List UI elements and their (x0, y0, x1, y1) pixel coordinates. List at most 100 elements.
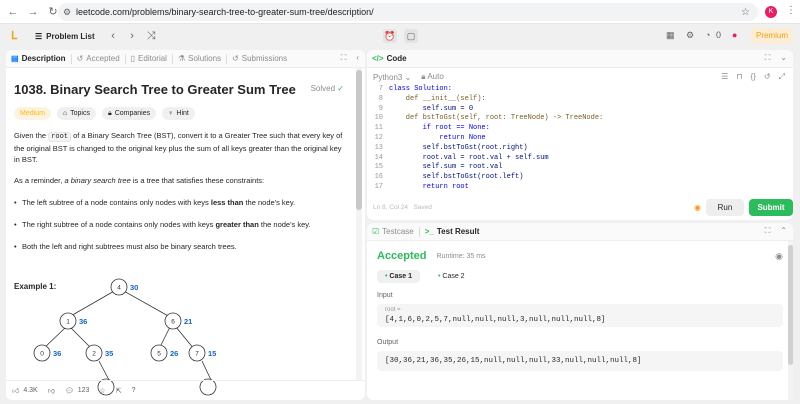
result-scrollbar[interactable] (788, 241, 793, 400)
tab-label: Accepted (86, 54, 120, 63)
node-value: 4 (117, 285, 121, 292)
output-value: [30,36,21,36,35,26,15,null,null,null,33,… (385, 357, 642, 365)
scrollbar-thumb[interactable] (356, 70, 362, 210)
url-text[interactable]: leetcode.com/problems/binary-search-tree… (76, 7, 374, 17)
code-text: self.sum = root.val (389, 163, 503, 172)
solved-label: Solved (310, 84, 336, 93)
expand-icon[interactable]: ⤢ (779, 72, 785, 82)
site-info-icon[interactable]: ⚙ (58, 7, 76, 18)
tree-edge (175, 326, 195, 350)
node-value: 6 (171, 319, 175, 326)
maximize-icon[interactable]: ⛶ (341, 53, 347, 63)
like-count: 4.3K (23, 387, 38, 394)
line-number: 9 (378, 104, 383, 113)
tab-code[interactable]: </> Code (367, 50, 412, 68)
share-icon[interactable]: ⇱ (116, 387, 122, 395)
thumbs-up-icon[interactable]: 👍︎ (12, 386, 19, 395)
case-2-tab[interactable]: • Case 2 (430, 270, 473, 283)
streak-fire-icon[interactable]: ◔ (705, 30, 710, 40)
thumbs-down-icon[interactable]: 👎︎ (48, 386, 55, 395)
maximize-icon[interactable]: ⛶ (765, 226, 771, 236)
debug-icon[interactable]: ⏰ (383, 29, 397, 43)
address-bar[interactable]: ⚙ leetcode.com/problems/binary-search-tr… (58, 3, 758, 21)
tab-description[interactable]: ▤ Description (6, 50, 71, 68)
tab-testcase[interactable]: ☑ Testcase (367, 223, 419, 241)
bookmark-icon[interactable]: ⊓ (736, 72, 742, 82)
star-icon[interactable]: ☆ (99, 387, 105, 395)
line-number: 10 (374, 114, 383, 123)
tab-label: Solutions (188, 54, 222, 63)
description-footer: 👍︎ 4.3K 👎︎ 💬︎ 123 ☆ ⇱ ? (6, 380, 365, 400)
check-circle-icon: ✓ (337, 84, 344, 93)
brackets-icon[interactable]: {} (751, 72, 756, 82)
profile-avatar[interactable]: K (765, 6, 777, 18)
collapse-icon[interactable]: ⌄ (780, 53, 787, 63)
tab-test-result[interactable]: >_ Test Result (420, 223, 485, 241)
run-button[interactable]: Run (706, 199, 744, 216)
premium-button[interactable]: Premium (751, 28, 793, 44)
collapse-icon[interactable]: ‹ (356, 53, 359, 63)
streak-count: 0 (716, 30, 722, 40)
code-panel: </> Code ⛶ ⌄ Python3 ⌄ 🔒︎ Auto ☰ ⊓ {} ↺ … (367, 50, 793, 220)
input-box: root = [4,1,6,0,2,5,7,null,null,null,3,n… (377, 304, 783, 327)
code-text: if root == None: (389, 124, 490, 133)
shuffle-icon[interactable]: ⤨ (143, 30, 160, 43)
problem-list-label: Problem List (46, 31, 95, 41)
input-label: Input (377, 292, 393, 299)
back-icon[interactable]: ← (6, 6, 20, 18)
description-scrollbar[interactable] (356, 68, 362, 380)
line-number: 15 (374, 163, 383, 172)
code-editor[interactable]: 7 class Solution: 8 def __init__(self): 9… (367, 85, 793, 195)
checkbox-icon: ☑ (372, 227, 380, 236)
description-panel: ▤ Description ↺ Accepted ▯ Editorial ⚗ S… (6, 50, 365, 400)
note-icon[interactable]: ▢ (404, 29, 418, 43)
scrollbar-thumb[interactable] (788, 245, 793, 365)
code-text: def __init__(self): (389, 94, 486, 103)
help-icon[interactable]: ? (132, 387, 136, 394)
forward-icon[interactable]: → (26, 6, 40, 18)
companies-tag[interactable]: 🔒︎ Companies (101, 107, 157, 120)
layout-icon[interactable]: ▦ (666, 30, 675, 41)
code-line: 13 self.bstToGst(root.right) (367, 144, 793, 154)
reminder-paragraph: As a reminder, a binary search tree is a… (14, 175, 346, 186)
prev-problem-icon[interactable]: ‹ (105, 30, 122, 42)
output-label: Output (377, 339, 399, 346)
topics-tag[interactable]: ⌂ Topics (56, 107, 96, 120)
language-select[interactable]: Python3 ⌄ (373, 73, 411, 82)
text: As a reminder, (14, 176, 65, 185)
problem-list-button[interactable]: ☰ Problem List (35, 32, 95, 41)
tree-edge (98, 360, 110, 381)
note-icon[interactable]: ☰ (721, 72, 728, 82)
problem-title[interactable]: 1038. Binary Search Tree to Greater Sum … (14, 82, 346, 97)
autocomplete-toggle[interactable]: 🔒︎ Auto (421, 72, 444, 82)
collapse-icon[interactable]: ⌃ (780, 226, 787, 236)
tab-editorial[interactable]: ▯ Editorial (126, 50, 172, 68)
text: Given the (14, 131, 49, 140)
tab-submissions[interactable]: ↺ Submissions (227, 50, 292, 68)
node-sum: 21 (184, 317, 192, 326)
settings-gear-icon[interactable]: ⚙ (686, 30, 694, 41)
hint-tag[interactable]: ♀ Hint (162, 107, 195, 120)
case-1-tab[interactable]: • Case 1 (377, 270, 420, 283)
next-problem-icon[interactable]: › (124, 30, 141, 42)
node-sum: 30 (130, 283, 138, 292)
reset-icon[interactable]: ↺ (764, 72, 771, 82)
code-icon: </> (372, 54, 384, 63)
bookmark-star-icon[interactable]: ☆ (741, 7, 750, 18)
tab-solutions[interactable]: ⚗ Solutions (173, 50, 226, 68)
submit-button[interactable]: Submit (749, 199, 793, 216)
code-line: 15 self.sum = root.val (367, 163, 793, 173)
comment-icon[interactable]: 💬︎ (65, 387, 74, 395)
tab-label: Editorial (138, 54, 167, 63)
eye-icon[interactable]: ◉ (775, 251, 783, 262)
history-icon: ↺ (232, 54, 239, 63)
code-line: 8 def __init__(self): (367, 95, 793, 105)
user-avatar-icon[interactable]: ● (732, 30, 737, 40)
tab-accepted[interactable]: ↺ Accepted (72, 50, 125, 68)
tag-icon: ⌂ (62, 110, 68, 117)
leetcode-logo-icon[interactable]: ᒪ (11, 30, 21, 42)
maximize-icon[interactable]: ⛶ (765, 53, 771, 63)
code-text: self.bstToGst(root.left) (389, 173, 524, 182)
kebab-menu-icon[interactable]: ⋮ (786, 5, 796, 16)
cloud-save-icon[interactable]: ◉ (694, 203, 701, 212)
